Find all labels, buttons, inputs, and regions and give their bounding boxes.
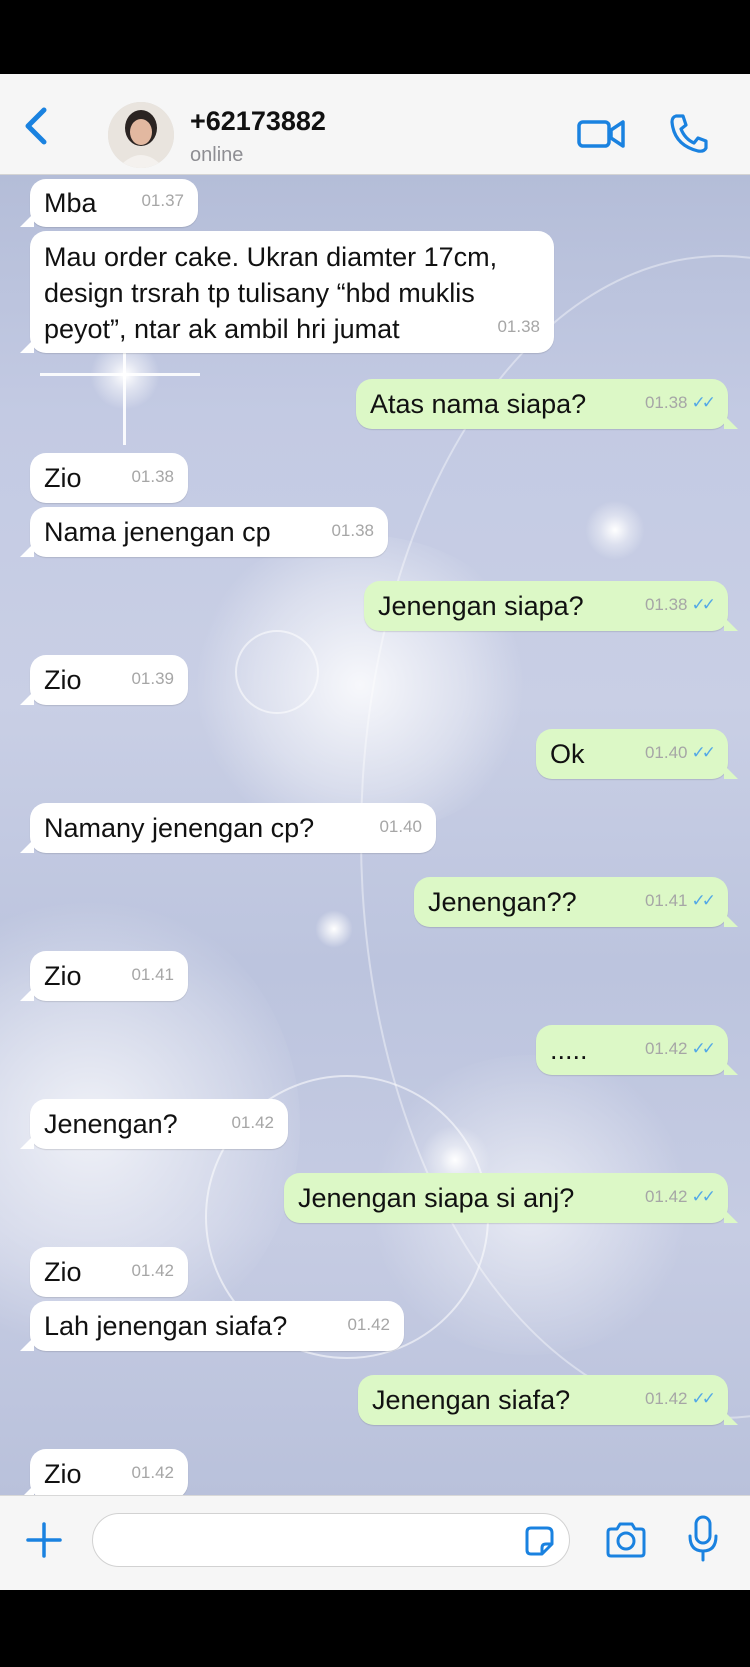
message-outgoing[interactable]: Jenengan siafa? 01.42 ✓✓: [358, 1375, 738, 1425]
message-incoming[interactable]: Namany jenengan cp? 01.40: [20, 803, 436, 853]
contact-status: online: [190, 144, 244, 166]
message-text: Namany jenengan cp?: [44, 813, 315, 843]
read-ticks-icon: ✓✓: [691, 595, 716, 614]
microphone-icon[interactable]: [686, 1514, 720, 1564]
message-outgoing[interactable]: Ok 01.40 ✓✓: [536, 729, 738, 779]
background-ring: [235, 630, 319, 714]
message-time: 01.39: [131, 669, 174, 688]
message-text: Nama jenengan cp: [44, 517, 271, 547]
read-ticks-icon: ✓✓: [691, 1039, 716, 1058]
message-incoming[interactable]: Zio 01.38: [30, 453, 188, 503]
message-outgoing[interactable]: Jenengan siapa si anj? 01.42 ✓✓: [284, 1173, 738, 1223]
sparkle: [585, 500, 645, 560]
message-time: 01.38: [131, 467, 174, 486]
bubble-tail: [724, 617, 738, 631]
message-time: 01.41 ✓✓: [644, 891, 716, 910]
message-text: Zio: [44, 463, 82, 493]
bubble-tail: [724, 1061, 738, 1075]
bubble-tail: [20, 1485, 34, 1495]
message-time: 01.42: [231, 1113, 274, 1132]
message-text: Jenengan??: [428, 887, 577, 917]
message-incoming[interactable]: Zio 01.42: [30, 1247, 188, 1297]
message-text: Ok: [550, 739, 585, 769]
message-text: Lah jenengan siafa?: [44, 1311, 288, 1341]
chat-area[interactable]: Mba 01.37 Mau order cake. Ukran diamter …: [0, 175, 750, 1495]
message-text: Zio: [44, 665, 82, 695]
bubble-tail: [20, 691, 34, 705]
bubble-tail: [724, 415, 738, 429]
read-ticks-icon: ✓✓: [691, 1389, 716, 1408]
home-indicator-bar: [0, 1590, 750, 1667]
bubble-tail: [20, 213, 34, 227]
message-text: .....: [550, 1035, 588, 1065]
bubble-tail: [20, 339, 34, 353]
read-ticks-icon: ✓✓: [691, 743, 716, 762]
sticker-icon[interactable]: [522, 1524, 556, 1558]
message-incoming[interactable]: Nama jenengan cp 01.38: [20, 507, 388, 557]
bubble-tail: [724, 913, 738, 927]
message-text: Atas nama siapa?: [370, 389, 587, 419]
bubble-tail: [20, 1135, 34, 1149]
background-glow: [180, 535, 540, 835]
bubble-tail: [724, 1411, 738, 1425]
camera-icon[interactable]: [604, 1520, 648, 1560]
message-time: 01.38: [497, 317, 540, 336]
bubble-tail: [724, 765, 738, 779]
bubble-tail: [724, 1209, 738, 1223]
message-outgoing[interactable]: ..... 01.42 ✓✓: [536, 1025, 738, 1075]
message-text: Mba: [44, 188, 97, 218]
video-camera-icon[interactable]: [576, 116, 626, 152]
message-time: 01.42: [131, 1463, 174, 1482]
bubble-tail: [20, 839, 34, 853]
message-text: Zio: [44, 961, 82, 991]
message-incoming[interactable]: Lah jenengan siafa? 01.42: [20, 1301, 404, 1351]
message-incoming[interactable]: Zio 01.41: [20, 951, 188, 1001]
read-ticks-icon: ✓✓: [691, 1187, 716, 1206]
avatar[interactable]: [108, 102, 174, 168]
bubble-tail: [20, 987, 34, 1001]
message-input[interactable]: [92, 1513, 570, 1567]
message-time: 01.40: [379, 817, 422, 836]
message-text: Mau order cake. Ukran diamter 17cm, desi…: [44, 242, 498, 344]
message-incoming[interactable]: Zio 01.39: [20, 655, 188, 705]
message-composer: [0, 1495, 750, 1591]
read-ticks-icon: ✓✓: [691, 891, 716, 910]
message-text: Jenengan siapa si anj?: [298, 1183, 575, 1213]
message-text: Zio: [44, 1459, 82, 1489]
sparkle: [315, 910, 353, 948]
message-time: 01.38 ✓✓: [644, 393, 716, 412]
status-bar: [0, 0, 750, 74]
chevron-left-icon[interactable]: [18, 104, 54, 148]
message-time: 01.40 ✓✓: [644, 743, 716, 762]
message-time: 01.42 ✓✓: [644, 1039, 716, 1058]
message-time: 01.42 ✓✓: [644, 1187, 716, 1206]
bubble-tail: [20, 543, 34, 557]
phone-icon[interactable]: [668, 112, 708, 154]
message-time: 01.37: [141, 191, 184, 210]
message-time: 01.42: [131, 1261, 174, 1280]
message-text: Zio: [44, 1257, 82, 1287]
read-ticks-icon: ✓✓: [691, 393, 716, 412]
message-incoming[interactable]: Jenengan? 01.42: [20, 1099, 288, 1149]
contact-name[interactable]: +62173882: [190, 106, 326, 137]
message-text: Jenengan siafa?: [372, 1385, 571, 1415]
message-time: 01.38: [331, 521, 374, 540]
message-outgoing[interactable]: Jenengan?? 01.41 ✓✓: [414, 877, 738, 927]
message-text: Jenengan siapa?: [378, 591, 584, 621]
message-outgoing[interactable]: Jenengan siapa? 01.38 ✓✓: [364, 581, 738, 631]
message-time: 01.42 ✓✓: [644, 1389, 716, 1408]
message-text: Jenengan?: [44, 1109, 178, 1139]
message-outgoing[interactable]: Atas nama siapa? 01.38 ✓✓: [356, 379, 738, 429]
message-incoming[interactable]: Mba 01.37: [20, 179, 198, 227]
sparkle-ray: [40, 373, 200, 376]
message-time: 01.38 ✓✓: [644, 595, 716, 614]
message-incoming[interactable]: Zio 01.42: [20, 1449, 188, 1495]
chat-header: +62173882 online: [0, 74, 750, 175]
message-time: 01.41: [131, 965, 174, 984]
bubble-tail: [20, 1337, 34, 1351]
message-incoming[interactable]: Mau order cake. Ukran diamter 17cm, desi…: [20, 231, 554, 353]
message-time: 01.42: [347, 1315, 390, 1334]
plus-icon[interactable]: [22, 1518, 66, 1562]
